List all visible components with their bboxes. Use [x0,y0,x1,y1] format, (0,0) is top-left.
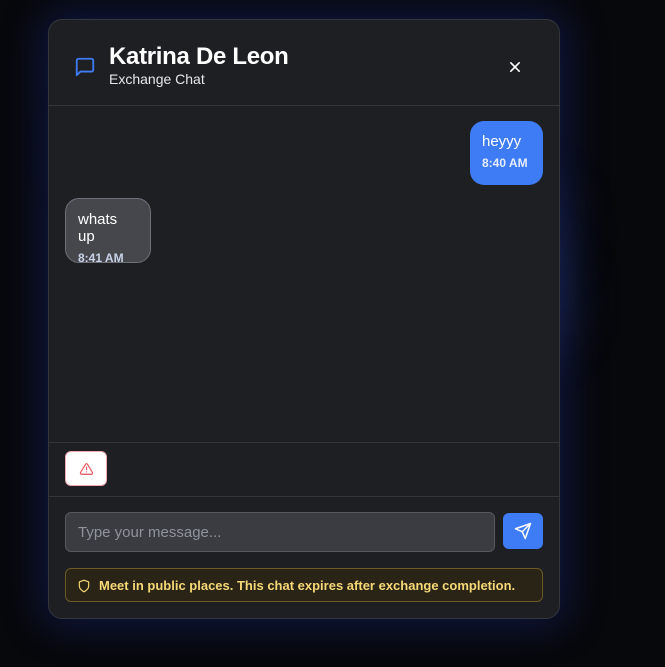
message-time: 8:40 AM [482,156,528,170]
send-icon [514,522,532,540]
chat-header: Katrina De Leon Exchange Chat [49,20,559,106]
message-input[interactable] [65,512,495,552]
send-button[interactable] [503,513,543,549]
exchange-chat-modal: Katrina De Leon Exchange Chat heyyy 8:40… [48,19,560,619]
message-text: heyyy [482,133,522,150]
contact-name: Katrina De Leon [109,43,289,70]
close-icon[interactable] [505,57,525,77]
message-time: 8:41 AM [78,251,124,265]
notice-text: Meet in public places. This chat expires… [99,578,516,593]
warning-triangle-icon [79,463,94,475]
composer [65,512,543,552]
message-text: whats up [78,211,118,245]
chat-bubble-icon [75,57,95,77]
report-bar [49,442,559,497]
shield-icon [78,579,90,593]
safety-notice: Meet in public places. This chat expires… [65,568,543,602]
message-incoming: whats up 8:41 AM [65,198,151,265]
report-button[interactable] [65,451,107,486]
chat-subtitle: Exchange Chat [109,71,205,87]
message-outgoing: heyyy 8:40 AM [470,121,543,185]
message-list[interactable]: heyyy 8:40 AM whats up 8:41 AM [49,106,559,442]
